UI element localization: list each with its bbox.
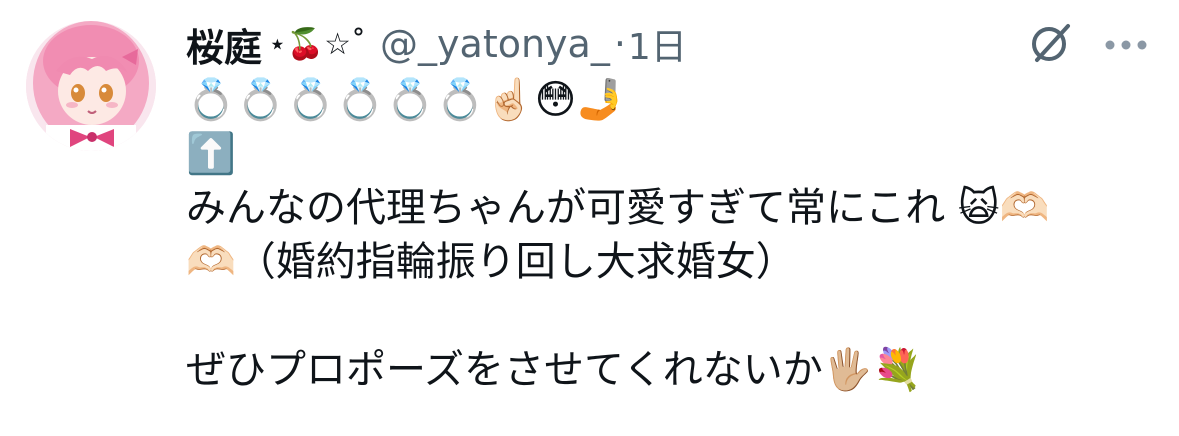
timestamp[interactable]: 1日 xyxy=(628,18,687,70)
tweet-line: ⬆️ xyxy=(186,131,236,177)
grok-icon[interactable] xyxy=(1028,20,1074,66)
avatar[interactable] xyxy=(26,21,156,151)
display-name[interactable]: 桜庭 xyxy=(186,17,262,72)
tweet-line: みんなの代理ちゃんが可愛すぎて常にこれ 🙀🫶🏻 xyxy=(186,185,1050,231)
tweet-line: 💍💍💍💍💍💍☝🏻😳🤳 xyxy=(186,77,627,123)
tweet-header: 桜庭 ⋆🍒☆˚ @_yatonya_ · 1日 xyxy=(186,14,687,74)
tweet-line: ぜひプロポーズをさせてくれないか🖐🏼💐 xyxy=(186,347,923,393)
name-decoration: ⋆🍒☆˚ xyxy=(268,26,367,62)
tweet-text: 💍💍💍💍💍💍☝🏻😳🤳 ⬆️ みんなの代理ちゃんが可愛すぎて常にこれ 🙀🫶🏻 🫶🏻… xyxy=(186,74,1146,398)
more-options-icon[interactable] xyxy=(1104,36,1148,50)
tweet[interactable]: 桜庭 ⋆🍒☆˚ @_yatonya_ · 1日 💍💍💍💍💍💍☝🏻😳🤳 ⬆️ みん… xyxy=(0,0,1179,436)
tweet-line: 🫶🏻（婚約指輪振り回し大求婚女） xyxy=(186,239,796,285)
user-handle[interactable]: @_yatonya_ xyxy=(380,22,610,66)
separator-dot: · xyxy=(613,22,626,66)
